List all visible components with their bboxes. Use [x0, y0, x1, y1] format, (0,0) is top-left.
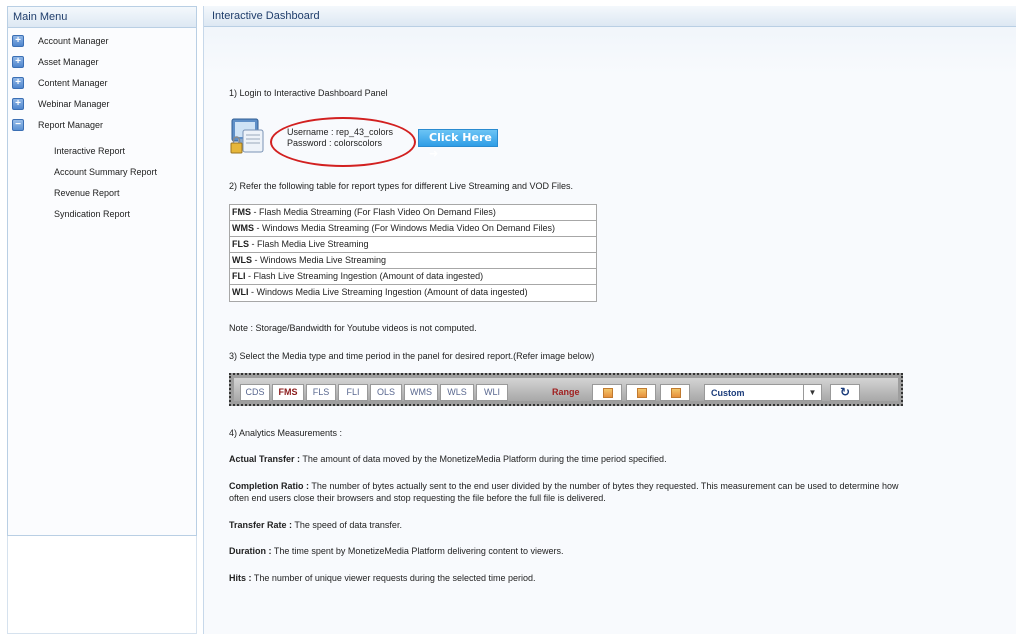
- media-tab-ols[interactable]: OLS: [370, 384, 402, 401]
- measurement-transfer-rate: Transfer Rate : The speed of data transf…: [229, 520, 402, 530]
- report-type-row: FMS - Flash Media Streaming (For Flash V…: [230, 205, 596, 221]
- range-label: Range: [552, 387, 580, 397]
- menu-item-label: Account Manager: [38, 36, 109, 46]
- report-submenu: Interactive Report Account Summary Repor…: [8, 141, 196, 225]
- submenu-syndication-report[interactable]: Syndication Report: [54, 204, 196, 225]
- menu-item-label: Content Manager: [38, 78, 108, 88]
- step1-text: 1) Login to Interactive Dashboard Panel: [229, 88, 388, 98]
- report-type-desc: - Windows Media Live Streaming Ingestion…: [248, 287, 528, 297]
- password-text: Password : colorscolors: [287, 138, 383, 148]
- refresh-button[interactable]: ↻: [830, 384, 860, 401]
- media-tab-wms[interactable]: WMS: [404, 384, 438, 401]
- measurement-term: Transfer Rate :: [229, 520, 293, 530]
- step3-text: 3) Select the Media type and time period…: [229, 351, 595, 361]
- report-type-desc: - Windows Media Streaming (For Windows M…: [254, 223, 555, 233]
- report-type-code: FMS: [232, 207, 251, 217]
- range-select-value: Custom: [711, 388, 745, 398]
- calendar-icon: [603, 388, 613, 398]
- report-type-code: WMS: [232, 223, 254, 233]
- submenu-revenue-report[interactable]: Revenue Report: [54, 183, 196, 204]
- calendar-day-button[interactable]: [592, 384, 622, 401]
- media-tab-wli[interactable]: WLI: [476, 384, 508, 401]
- calendar-week-button[interactable]: [626, 384, 656, 401]
- expand-icon[interactable]: +: [12, 98, 24, 110]
- calendar-icon: [637, 388, 647, 398]
- refresh-icon: ↻: [839, 385, 851, 399]
- expand-icon[interactable]: +: [12, 56, 24, 68]
- expand-icon[interactable]: +: [12, 77, 24, 89]
- range-select[interactable]: Custom ▼: [704, 384, 822, 401]
- report-type-desc: - Windows Media Live Streaming: [252, 255, 387, 265]
- media-tab-fls[interactable]: FLS: [306, 384, 336, 401]
- report-types-table: FMS - Flash Media Streaming (For Flash V…: [229, 204, 597, 302]
- measurement-actual-transfer: Actual Transfer : The amount of data mov…: [229, 454, 667, 464]
- menu-item-content-manager[interactable]: + Content Manager: [8, 74, 196, 95]
- username-text: Username : rep_43_colors: [287, 127, 394, 137]
- submenu-account-summary-report[interactable]: Account Summary Report: [54, 162, 196, 183]
- report-type-code: WLS: [232, 255, 252, 265]
- measurement-text: The speed of data transfer.: [292, 520, 402, 530]
- report-type-desc: - Flash Live Streaming Ingestion (Amount…: [245, 271, 484, 281]
- step4-text: 4) Analytics Measurements :: [229, 428, 343, 438]
- calendar-month-button[interactable]: [660, 384, 690, 401]
- menu-item-asset-manager[interactable]: + Asset Manager: [8, 53, 196, 74]
- report-type-row: WLS - Windows Media Live Streaming: [230, 253, 596, 269]
- panel-title: Interactive Dashboard: [204, 6, 1016, 27]
- report-type-row: FLS - Flash Media Live Streaming: [230, 237, 596, 253]
- measurement-text: The number of unique viewer requests dur…: [251, 573, 536, 583]
- media-tab-wls[interactable]: WLS: [440, 384, 474, 401]
- menu-item-report-manager[interactable]: − Report Manager: [8, 116, 196, 137]
- menu-item-label: Asset Manager: [38, 57, 99, 67]
- collapse-icon[interactable]: −: [12, 119, 24, 131]
- report-type-code: WLI: [232, 287, 249, 297]
- measurement-term: Duration :: [229, 546, 272, 556]
- media-type-panel-inner: CDS FMS FLS FLI OLS WMS WLS WLI Range Cu…: [234, 378, 898, 401]
- media-tab-fli[interactable]: FLI: [338, 384, 368, 401]
- chevron-down-icon[interactable]: ▼: [803, 385, 821, 400]
- measurement-completion-ratio: Completion Ratio : The number of bytes a…: [229, 481, 899, 491]
- report-type-row: WLI - Windows Media Live Streaming Inges…: [230, 285, 596, 301]
- click-here-button[interactable]: Click Here ➜: [418, 129, 498, 160]
- interactive-dashboard-panel: Interactive Dashboard: [203, 6, 1016, 634]
- main-menu-sidebar: Main Menu + Account Manager + Asset Mana…: [7, 6, 197, 536]
- measurement-text: The amount of data moved by the Monetize…: [300, 454, 667, 464]
- report-type-desc: - Flash Media Live Streaming: [249, 239, 369, 249]
- measurement-term: Actual Transfer :: [229, 454, 301, 464]
- menu-item-account-manager[interactable]: + Account Manager: [8, 32, 196, 53]
- media-tab-cds[interactable]: CDS: [240, 384, 270, 401]
- measurement-text: The time spent by MonetizeMedia Platform…: [271, 546, 564, 556]
- media-type-panel: CDS FMS FLS FLI OLS WMS WLS WLI Range Cu…: [229, 373, 903, 406]
- measurement-duration: Duration : The time spent by MonetizeMed…: [229, 546, 563, 556]
- menu-item-label: Report Manager: [38, 120, 104, 130]
- menu-item-label: Webinar Manager: [38, 99, 110, 109]
- sidebar-lower-panel: [7, 536, 197, 634]
- calendar-icon: [671, 388, 681, 398]
- report-type-row: FLI - Flash Live Streaming Ingestion (Am…: [230, 269, 596, 285]
- dashboard-login-icon: [230, 118, 264, 154]
- report-type-code: FLS: [232, 239, 249, 249]
- menu-item-webinar-manager[interactable]: + Webinar Manager: [8, 95, 196, 116]
- measurement-term: Completion Ratio :: [229, 481, 309, 491]
- measurement-term: Hits :: [229, 573, 252, 583]
- measurement-completion-ratio-cont: often end users close their browsers and…: [229, 493, 606, 503]
- media-tab-fms[interactable]: FMS: [272, 384, 304, 401]
- report-type-row: WMS - Windows Media Streaming (For Windo…: [230, 221, 596, 237]
- step2-text: 2) Refer the following table for report …: [229, 181, 573, 191]
- report-type-desc: - Flash Media Streaming (For Flash Video…: [251, 207, 496, 217]
- report-type-code: FLI: [232, 271, 246, 281]
- main-menu-title: Main Menu: [8, 7, 196, 28]
- expand-icon[interactable]: +: [12, 35, 24, 47]
- measurement-text: The number of bytes actually sent to the…: [309, 481, 899, 491]
- measurement-hits: Hits : The number of unique viewer reque…: [229, 573, 536, 583]
- submenu-interactive-report[interactable]: Interactive Report: [54, 141, 196, 162]
- note-text: Note : Storage/Bandwidth for Youtube vid…: [229, 323, 477, 333]
